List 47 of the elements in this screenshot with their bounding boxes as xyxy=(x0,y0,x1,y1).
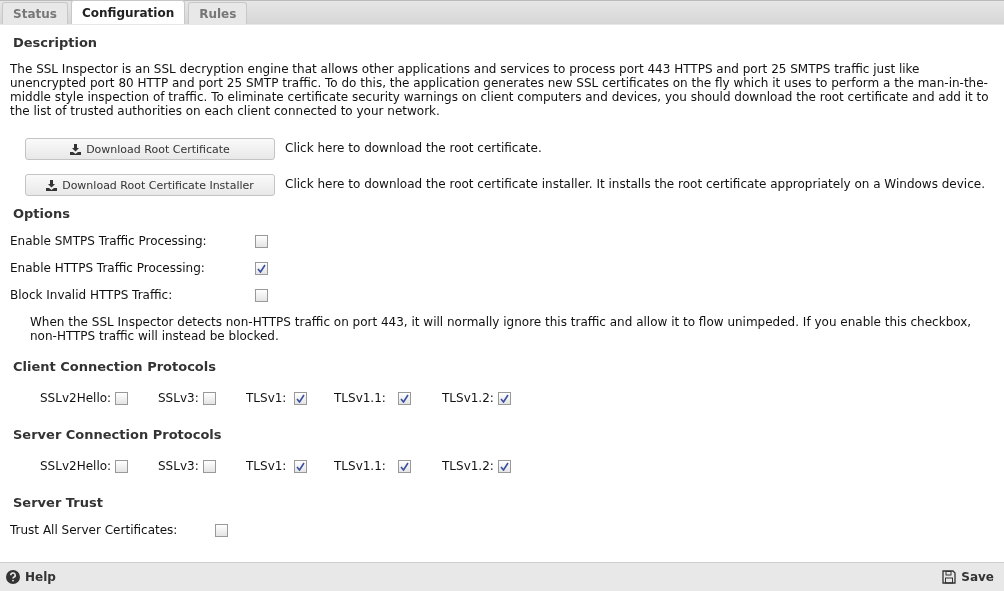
protocol-label: TLSv1: xyxy=(246,391,288,405)
protocol-label: SSLv2Hello: xyxy=(40,391,112,405)
checkbox[interactable] xyxy=(255,261,268,275)
checkbox[interactable] xyxy=(255,288,268,302)
download-button[interactable]: Download Root Certificate xyxy=(25,138,275,160)
protocol-label: TLSv1: xyxy=(246,459,288,473)
checkbox[interactable] xyxy=(115,459,129,473)
protocol-label: SSLv3: xyxy=(158,391,199,405)
save-button[interactable]: Save xyxy=(942,570,994,584)
protocol-label: SSLv3: xyxy=(158,459,199,473)
checkbox[interactable] xyxy=(497,391,511,405)
checkbox[interactable] xyxy=(497,459,511,473)
help-button[interactable]: Help xyxy=(6,570,56,584)
help-icon xyxy=(6,570,20,584)
section-heading: Description xyxy=(12,35,99,50)
download-icon xyxy=(46,179,58,191)
option-label: Enable HTTPS Traffic Processing: xyxy=(10,261,206,275)
checkbox[interactable] xyxy=(215,523,228,537)
description-text: The SSL Inspector is an SSL decryption engine that allows other applications and services to process port 443 HTTPS and port 25 SMTPS traffic just like unencrypted port 80 HTTP and port 25 SMTP traffic. To do this, the application generates new SSL certificates on the fly which it uses to perform a the man-in-the-middle style inspection of traffic. To eliminate certificate security warnings on client computers and devices, you should download the root certificate and add it to the list of trusted authorities on each client connected to your network. xyxy=(10,62,990,118)
tab[interactable]: Configuration xyxy=(70,0,186,24)
download-hint: Click here to download the root certificate. xyxy=(285,140,542,155)
option-label: Trust All Server Certificates: xyxy=(10,523,179,537)
download-button[interactable]: Download Root Certificate Installer xyxy=(25,174,275,196)
section-heading: Client Connection Protocols xyxy=(12,359,217,374)
tab[interactable]: Status xyxy=(2,2,68,24)
checkbox[interactable] xyxy=(255,234,268,248)
section-heading: Server Connection Protocols xyxy=(12,427,223,442)
tab[interactable]: Rules xyxy=(188,2,248,24)
checkbox[interactable] xyxy=(398,391,411,405)
checkbox[interactable] xyxy=(294,459,307,473)
checkbox[interactable] xyxy=(398,459,411,473)
protocol-label: SSLv2Hello: xyxy=(40,459,112,473)
option-label: Block Invalid HTTPS Traffic: xyxy=(10,288,174,302)
checkbox[interactable] xyxy=(294,391,307,405)
download-icon xyxy=(70,143,82,155)
download-hint: Click here to download the root certificate installer. It installs the root certificate appropriately on a Windows device. xyxy=(285,176,985,191)
protocol-label: TLSv1.2: xyxy=(442,391,494,405)
option-label: Enable SMTPS Traffic Processing: xyxy=(10,234,208,248)
protocol-label: TLSv1.1: xyxy=(334,459,387,473)
checkbox[interactable] xyxy=(202,391,216,405)
option-note: When the SSL Inspector detects non-HTTPS traffic on port 443, it will normally ignore this traffic and allow it to flow unimpeded. If you enable this checkbox, non-HTTPS traffic will instead be blocked. xyxy=(29,315,973,343)
protocol-label: TLSv1.2: xyxy=(442,459,494,473)
checkbox[interactable] xyxy=(115,391,129,405)
protocol-label: TLSv1.1: xyxy=(334,391,387,405)
checkbox[interactable] xyxy=(202,459,216,473)
section-heading: Server Trust xyxy=(12,495,104,510)
section-heading: Options xyxy=(12,206,71,221)
